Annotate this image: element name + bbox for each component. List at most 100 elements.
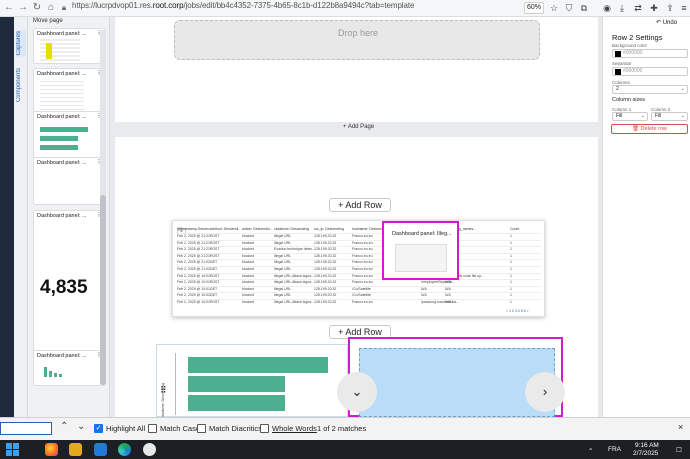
table-cell: 1	[510, 247, 512, 252]
table-cell: 128.199.20.32	[314, 240, 337, 245]
drop-zone[interactable]: Drop here	[174, 20, 540, 60]
chrome-icon[interactable]	[143, 443, 156, 456]
chart-bars	[157, 345, 349, 418]
file-explorer-icon[interactable]	[69, 443, 82, 456]
match-diacritics-label[interactable]: Match Diacritics	[209, 424, 262, 433]
match-diacritics-checkbox[interactable]	[197, 424, 206, 433]
capture-card[interactable]: Dashboard panel: ... ⠿	[33, 28, 105, 64]
tab-components[interactable]: Components	[16, 68, 26, 102]
table-cell: Feb 2, 2025 @ 21:21:...	[177, 253, 214, 258]
table-cell: 128.199.20.32	[314, 267, 337, 271]
match-case-checkbox[interactable]	[148, 424, 157, 433]
puzzle-icon[interactable]: ✚	[648, 2, 660, 14]
highlight-all-label[interactable]: Highlight All	[106, 424, 145, 433]
highlight-all-checkbox[interactable]: ✓	[94, 424, 103, 433]
undo-button[interactable]: ↶ Undo	[656, 19, 677, 26]
tab-captures[interactable]: Captures	[16, 30, 26, 57]
match-case-label[interactable]: Match Case	[160, 424, 200, 433]
preview-thumbnail	[395, 244, 447, 272]
card-title: Dashboard panel: ...	[37, 114, 87, 120]
table-cell: 1	[510, 293, 512, 298]
table-pagination[interactable]: < 1 2 3 4 5 6 >	[506, 309, 529, 313]
table-cell: Franco.eu.eu	[352, 300, 373, 304]
color-swatch	[615, 51, 621, 57]
background-color-input[interactable]: #000000	[612, 49, 688, 58]
table-cell: GET	[210, 286, 218, 291]
add-row-button[interactable]: + Add Row	[329, 198, 391, 212]
table-cell: Illegal URL,Attack signa...	[274, 280, 315, 285]
sync-icon[interactable]: ⇄	[632, 2, 644, 14]
windows-start-icon[interactable]	[6, 443, 19, 456]
scroll-down-icon[interactable]: ⌄	[337, 372, 377, 412]
empty-column-drop-area[interactable]	[359, 348, 555, 417]
find-previous-icon[interactable]: ⌃	[60, 421, 68, 432]
table-cell: Illegal URL	[274, 260, 292, 265]
row-drag-handle-icon[interactable]: ⠿	[160, 385, 167, 396]
chevron-down-icon: ⌄	[680, 86, 685, 92]
table-cell: Illegal URL	[274, 234, 292, 238]
columns-select[interactable]: 2 ⌄	[612, 85, 688, 94]
table-cell: blocked	[242, 300, 255, 304]
table-cell: Illegal URL,Attack signa...	[274, 273, 315, 278]
table-widget[interactable]: ⊕ @timestamp Descen... method: Descendi..…	[172, 220, 545, 317]
columns-value: 2	[616, 86, 619, 92]
extensions-icon[interactable]: ⧉	[578, 2, 590, 14]
language-indicator[interactable]: FRA	[608, 446, 621, 453]
bookmark-star-icon[interactable]: ☆	[548, 2, 560, 14]
table-cell: N/A	[421, 286, 427, 291]
add-page-label: Add Page	[347, 124, 375, 130]
add-row-label: Add Row	[345, 200, 382, 210]
scrollbar-thumb[interactable]	[100, 195, 106, 385]
notification-icon[interactable]: ☐	[676, 446, 682, 454]
forward-icon[interactable]: →	[17, 2, 29, 14]
delete-row-button[interactable]: 🗑︎ Delete row	[611, 124, 688, 134]
card-bar	[44, 367, 47, 377]
chart-bar	[188, 376, 286, 392]
table-cell: 1	[510, 300, 512, 304]
whole-words-checkbox[interactable]	[260, 424, 269, 433]
card-title: Dashboard panel: ...	[37, 353, 87, 359]
settings-panel	[602, 17, 690, 417]
account-icon[interactable]: ◉	[601, 2, 613, 14]
capture-card[interactable]: Dashboard panel: ... ⠿	[33, 350, 105, 386]
table-cell: POST	[210, 253, 220, 258]
panel-title: Row 2 Settings	[612, 33, 663, 42]
clock-date[interactable]: 2/7/2025	[633, 450, 658, 457]
table-cell: POST	[210, 300, 220, 304]
find-input[interactable]	[0, 422, 52, 435]
column1-size-select[interactable]: Fill ⌄	[612, 112, 648, 121]
whole-words-label[interactable]: Whole Words	[272, 424, 317, 433]
table-cell: 128.199.20.32	[314, 234, 337, 238]
firefox-icon[interactable]	[45, 443, 58, 456]
chevron-down-icon: ⌄	[680, 113, 685, 119]
chevron-down-icon: ⌄	[640, 113, 645, 119]
table-cell: Franco.eu.eu	[352, 260, 373, 265]
column2-size-select[interactable]: Fill ⌄	[651, 112, 688, 121]
home-icon[interactable]: ⌂	[45, 2, 57, 14]
shield-icon[interactable]: ⛉	[563, 2, 575, 14]
dragged-capture-preview[interactable]: Dashboard panel: Illeg...	[382, 221, 459, 280]
bar-chart-widget[interactable]: violations: Descending	[156, 344, 349, 418]
back-icon[interactable]: ←	[3, 2, 15, 14]
table-cell: Evasion technique detec...	[274, 247, 316, 252]
vscode-icon[interactable]	[94, 443, 107, 456]
find-next-icon[interactable]: ⌄	[77, 421, 85, 432]
table-cell: blocked	[242, 280, 255, 285]
edge-icon[interactable]	[118, 443, 131, 456]
undo-icon: ↶	[656, 20, 663, 26]
capture-card[interactable]: Dashboard panel: ... ⠿	[33, 157, 105, 205]
capture-card[interactable]: Dashboard panel: ... ⠿ 4,835	[33, 210, 105, 358]
table-cell: 1	[510, 260, 512, 265]
next-arrow-icon[interactable]: ›	[525, 372, 565, 412]
downloads-icon[interactable]: ⤓	[616, 2, 628, 14]
separator-color-input[interactable]: #000000	[612, 67, 688, 76]
zoom-level[interactable]: 60%	[524, 2, 544, 14]
reload-icon[interactable]: ↻	[31, 2, 43, 14]
tray-chevron-icon[interactable]: ⌃	[588, 447, 593, 455]
menu-icon[interactable]: ≡	[678, 2, 690, 14]
address-bar[interactable]: https://lucrpdvop01.res.root.corp/jobs/e…	[72, 1, 414, 10]
add-page-button[interactable]: + Add Page	[343, 124, 374, 130]
close-find-icon[interactable]: ×	[678, 422, 683, 432]
share-icon[interactable]: ⇪	[664, 2, 676, 14]
clock-time[interactable]: 9:16 AM	[635, 442, 659, 449]
